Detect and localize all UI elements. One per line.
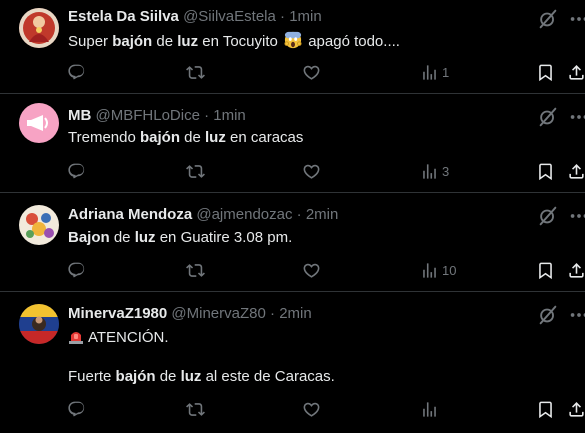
like-button[interactable] [302,61,321,83]
retweet-button[interactable] [186,259,205,281]
timestamp[interactable]: 1min [213,107,246,124]
like-button[interactable] [302,259,321,281]
separator: · [204,107,210,124]
bookmark-button[interactable] [536,160,555,182]
views-button[interactable]: 1 [420,61,449,83]
tweet-text: Super bajón de luz en Tocuyito apagó tod… [68,31,400,50]
views-count: 3 [442,163,450,179]
share-button[interactable] [567,398,585,420]
retweet-button[interactable] [186,398,205,420]
grok-icon[interactable] [537,106,559,128]
more-icon[interactable] [568,205,585,227]
reply-button[interactable] [67,160,86,182]
retweet-button[interactable] [186,160,205,182]
share-icon [567,63,585,82]
retweet-icon [186,162,205,181]
separator: · [270,305,276,322]
like-button[interactable] [302,398,321,420]
avatar[interactable] [19,8,59,48]
tweet-text-line1: ATENCIÓN. [68,328,169,348]
like-icon [302,261,321,280]
views-button[interactable] [420,398,442,420]
views-icon [420,400,439,419]
views-icon [420,261,439,280]
display-name[interactable]: MinervaZ1980 [68,305,167,322]
bookmark-button[interactable] [536,61,555,83]
views-count: 10 [442,262,457,278]
bookmark-icon [536,400,555,419]
siren-emoji [68,328,84,344]
user-handle[interactable]: @ajmendozac [196,206,292,223]
reply-button[interactable] [67,259,86,281]
display-name[interactable]: MB [68,107,91,124]
user-handle[interactable]: @MinervaZ80 [171,305,265,322]
reply-icon [67,400,86,419]
bookmark-icon [536,162,555,181]
more-icon[interactable] [568,8,585,30]
views-button[interactable]: 10 [420,259,456,281]
reply-icon [67,261,86,280]
grok-icon[interactable] [537,8,559,30]
grok-icon[interactable] [537,205,559,227]
user-handle[interactable]: @MBFHLoDice [96,107,200,124]
like-icon [302,400,321,419]
avatar[interactable] [19,304,59,344]
bookmark-button[interactable] [536,259,555,281]
tweet[interactable]: Estela Da Siilva @SiilvaEstela · 1min Su… [0,0,585,94]
views-icon [420,162,439,181]
separator: · [296,206,302,223]
reply-icon [67,63,86,82]
like-icon [302,63,321,82]
tweet-text: Bajon de luz en Guatire 3.08 pm. [68,229,293,246]
timestamp[interactable]: 2min [306,206,339,223]
scream-emoji [284,31,302,49]
display-name[interactable]: Estela Da Siilva [68,8,179,25]
views-icon [420,63,439,82]
display-name[interactable]: Adriana Mendoza [68,206,192,223]
tweet[interactable]: MinervaZ1980 @MinervaZ80 · 2min ATENCIÓN… [0,292,585,433]
separator: · [280,8,286,25]
share-icon [567,162,585,181]
timestamp[interactable]: 1min [289,8,322,25]
retweet-icon [186,63,205,82]
tweet[interactable]: MB @MBFHLoDice · 1min Tremendo bajón de … [0,94,585,193]
share-icon [567,261,585,280]
reply-button[interactable] [67,61,86,83]
share-button[interactable] [567,259,585,281]
more-icon[interactable] [568,106,585,128]
retweet-button[interactable] [186,61,205,83]
more-icon[interactable] [568,304,585,326]
tweet-text-line2: Fuerte bajón de luz al este de Caracas. [68,368,335,385]
share-button[interactable] [567,61,585,83]
share-button[interactable] [567,160,585,182]
tweet-text: Tremendo bajón de luz en caracas [68,129,304,146]
user-handle[interactable]: @SiilvaEstela [183,8,276,25]
tweet[interactable]: Adriana Mendoza @ajmendozac · 2min Bajon… [0,193,585,292]
like-icon [302,162,321,181]
reply-button[interactable] [67,398,86,420]
bookmark-button[interactable] [536,398,555,420]
retweet-icon [186,400,205,419]
bookmark-icon [536,261,555,280]
views-count: 1 [442,64,450,80]
reply-icon [67,162,86,181]
bookmark-icon [536,63,555,82]
views-button[interactable]: 3 [420,160,449,182]
timestamp[interactable]: 2min [279,305,312,322]
retweet-icon [186,261,205,280]
like-button[interactable] [302,160,321,182]
share-icon [567,400,585,419]
avatar[interactable] [19,103,59,143]
avatar[interactable] [19,205,59,245]
grok-icon[interactable] [537,304,559,326]
